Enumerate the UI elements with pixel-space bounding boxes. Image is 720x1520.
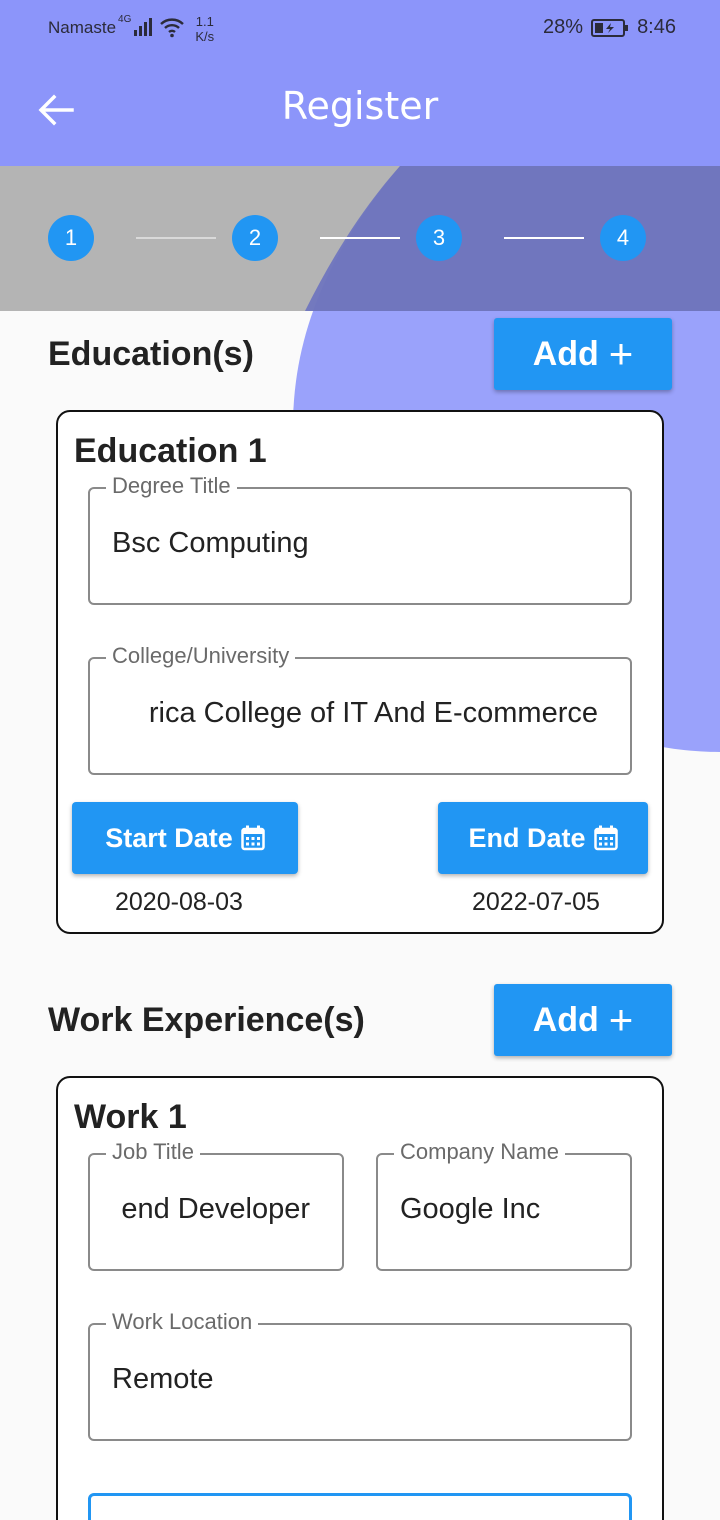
add-work-label: Add — [532, 1000, 599, 1039]
network-type: 4G — [118, 14, 132, 25]
app-bar: Namaste 4G 1.1 K/s 28% 8:46 Register — [0, 0, 720, 166]
status-bar-right: 28% 8:46 — [543, 16, 676, 39]
step-connector-3 — [504, 237, 584, 239]
end-date-label: End Date — [468, 822, 586, 853]
education-card: Education 1 Bsc Computing Degree Title r… — [56, 410, 664, 934]
plus-icon: + — [608, 330, 634, 377]
work-location-label: Work Location — [106, 1309, 259, 1335]
wifi-icon — [160, 18, 185, 38]
start-date-label: Start Date — [105, 822, 233, 853]
step-3[interactable]: 3 — [416, 215, 462, 261]
clock: 8:46 — [637, 16, 676, 38]
page-title: Register — [281, 84, 439, 128]
company-name-label: Company Name — [394, 1139, 565, 1165]
focused-input-field[interactable] — [88, 1493, 632, 1520]
work-card: Work 1 end Developer Job Title Google In… — [56, 1076, 664, 1520]
work-card-title: Work 1 — [74, 1098, 187, 1136]
start-date-button[interactable]: Start Date — [72, 802, 298, 874]
work-location-value: Remote — [112, 1363, 214, 1395]
step-4[interactable]: 4 — [600, 215, 646, 261]
education-section-title: Education(s) — [48, 335, 254, 373]
carrier-name: Namaste — [48, 18, 117, 37]
add-education-button[interactable]: Add + — [494, 318, 672, 390]
degree-title-field[interactable]: Bsc Computing Degree Title — [88, 473, 632, 605]
work-location-field[interactable]: Remote Work Location — [88, 1309, 632, 1441]
battery-charging-icon — [591, 18, 629, 37]
job-title-field[interactable]: end Developer Job Title — [88, 1139, 344, 1271]
end-date-button[interactable]: End Date — [438, 802, 648, 874]
degree-title-value: Bsc Computing — [112, 527, 309, 559]
end-date-value: 2022-07-05 — [472, 888, 600, 916]
signal-icon — [134, 18, 153, 36]
calendar-icon — [593, 825, 618, 851]
college-field[interactable]: rica College of IT And E-commerce Colleg… — [88, 643, 632, 775]
college-value: rica College of IT And E-commerce — [148, 697, 598, 729]
education-card-title: Education 1 — [74, 432, 267, 470]
work-section-title: Work Experience(s) — [48, 1001, 365, 1039]
step-2[interactable]: 2 — [232, 215, 278, 261]
company-name-value: Google Inc — [400, 1193, 541, 1225]
company-name-field[interactable]: Google Inc Company Name — [376, 1139, 632, 1271]
step-connector-1 — [136, 237, 216, 239]
add-work-button[interactable]: Add + — [494, 984, 672, 1056]
status-bar-left: Namaste 4G 1.1 K/s — [48, 14, 214, 44]
add-education-label: Add — [532, 334, 599, 373]
college-label: College/University — [106, 643, 296, 669]
step-1[interactable]: 1 — [48, 215, 94, 261]
stepper: 1 2 3 4 — [0, 166, 720, 311]
job-title-label: Job Title — [106, 1139, 200, 1165]
step-connector-2 — [320, 237, 400, 239]
calendar-icon — [241, 825, 265, 851]
network-speed: 1.1 K/s — [195, 14, 215, 44]
job-title-value: end Developer — [121, 1193, 310, 1225]
plus-icon: + — [608, 996, 634, 1043]
battery-percent: 28% — [543, 16, 584, 38]
start-date-value: 2020-08-03 — [115, 888, 243, 916]
degree-title-label: Degree Title — [106, 473, 237, 499]
